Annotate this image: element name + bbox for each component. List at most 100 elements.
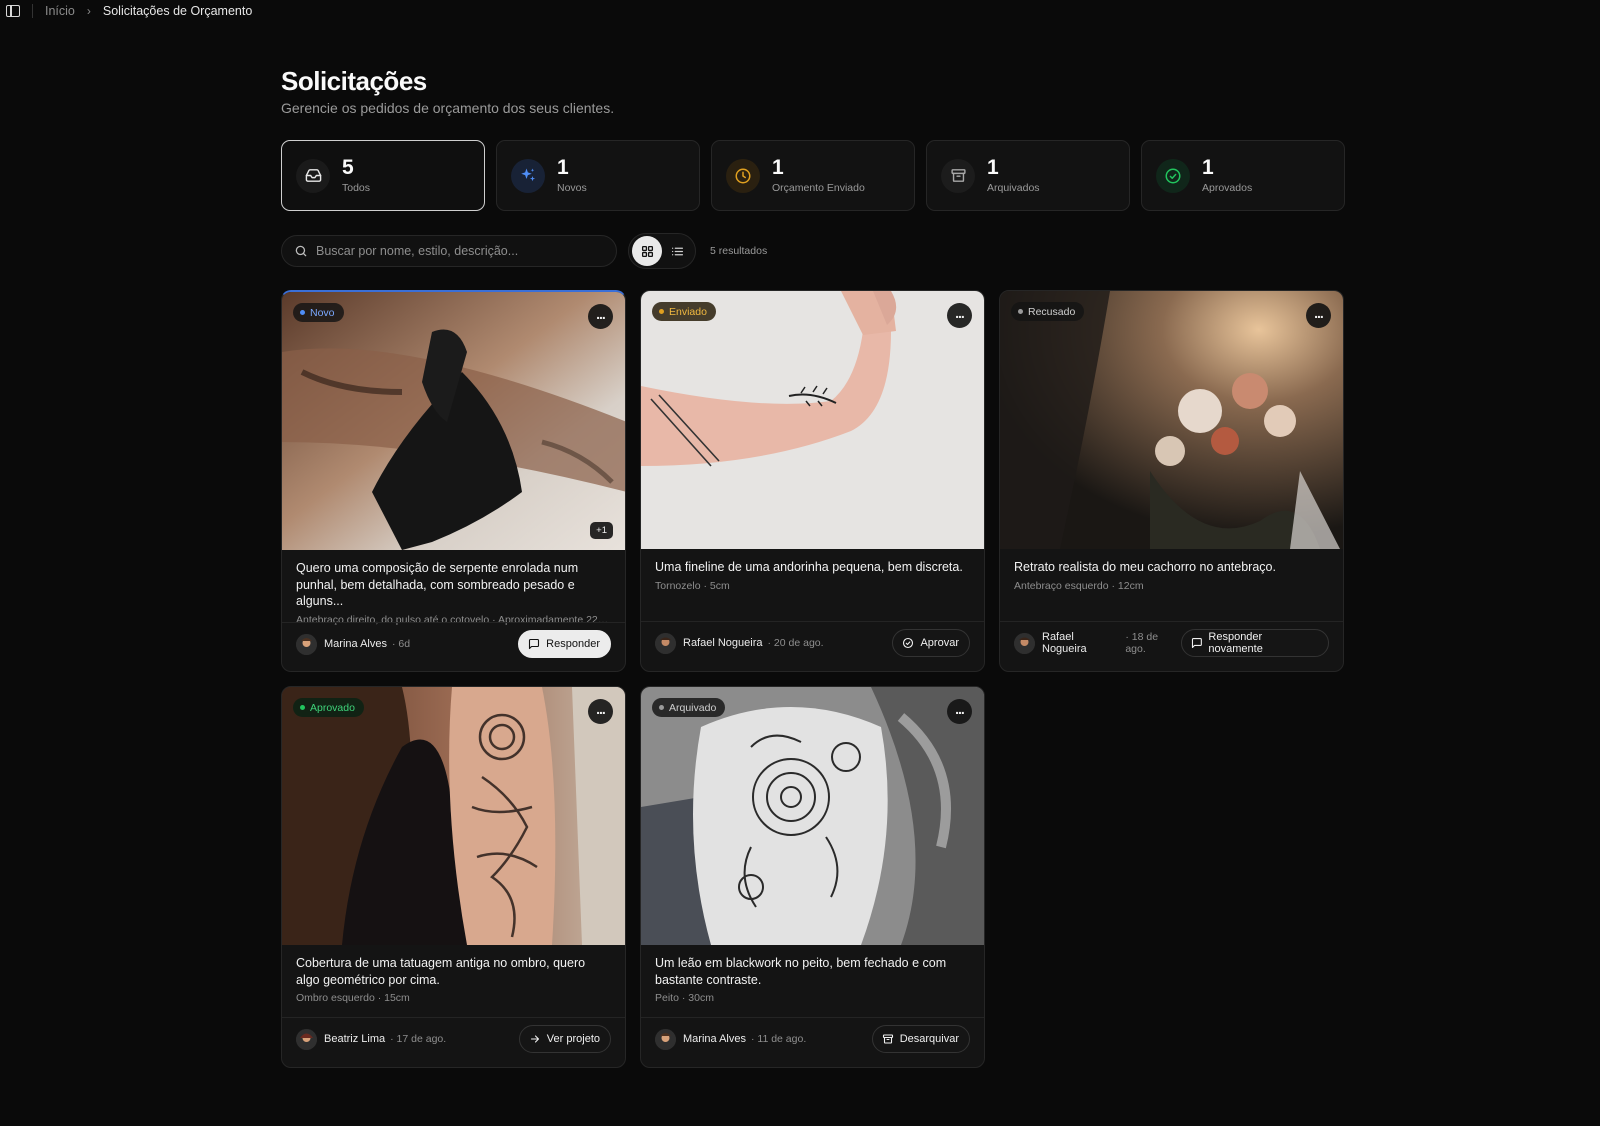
card-meta: Peito · 30cm xyxy=(655,992,714,1004)
request-card[interactable]: Recusado ... Retrato realista do meu cac… xyxy=(999,290,1344,672)
status-label: Novo xyxy=(310,306,335,319)
search-box xyxy=(281,235,617,267)
sidebar-toggle-icon[interactable] xyxy=(6,5,20,17)
request-card[interactable]: Novo ... +1 Quero uma composição de serp… xyxy=(281,290,626,672)
card-description: Cobertura de uma tatuagem antiga no ombr… xyxy=(296,956,586,987)
avatar xyxy=(296,1028,317,1050)
sparkles-icon xyxy=(511,158,545,193)
extra-images-badge: +1 xyxy=(590,522,613,539)
author-name: Marina Alves xyxy=(683,1033,746,1045)
card-image[interactable]: Recusado ... xyxy=(1000,291,1343,549)
view-project-button[interactable]: Ver projeto xyxy=(518,1025,611,1053)
timestamp: · 20 de ago. xyxy=(767,637,824,649)
filter-aprovados[interactable]: 1 Aprovados xyxy=(1141,140,1345,211)
breadcrumb-current: Solicitações de Orçamento xyxy=(102,4,253,18)
status-label: Enviado xyxy=(669,305,707,318)
card-description: Um leão em blackwork no peito, bem fecha… xyxy=(655,956,947,987)
card-footer: Beatriz Lima · 17 de ago. Ver projeto xyxy=(296,1024,611,1054)
card-image[interactable]: Enviado ... xyxy=(641,291,984,549)
request-card[interactable]: Arquivado ... Um leão em blackwork no pe… xyxy=(640,686,985,1068)
card-meta: Antebraço esquerdo · 12cm xyxy=(1014,579,1144,592)
timestamp: · 6d xyxy=(391,638,411,650)
respond-again-button[interactable]: Responder novamente xyxy=(1180,629,1329,657)
button-label: Ver projeto xyxy=(546,1033,600,1045)
arrow-right-icon xyxy=(530,1035,539,1043)
respond-button[interactable]: Responder xyxy=(518,630,611,658)
author-name: Rafael Nogueira xyxy=(683,637,763,649)
unarchive-button[interactable]: Desarquivar xyxy=(871,1025,970,1053)
more-options-button[interactable]: ... xyxy=(947,699,972,724)
button-label: Responder xyxy=(546,638,600,650)
timestamp: · 18 de ago. xyxy=(1125,631,1159,655)
avatar xyxy=(1014,632,1035,654)
card-image[interactable]: Aprovado ... xyxy=(282,687,625,945)
page-subtitle: Gerencie os pedidos de orçamento dos seu… xyxy=(281,100,615,116)
grid-view-button[interactable] xyxy=(632,236,662,266)
status-filter-cards: 5 Todos 1 Novos 1 Orçamento Enviado 1 Ar… xyxy=(281,140,1345,211)
status-badge: Recusado xyxy=(1011,302,1085,321)
filter-arquivados[interactable]: 1 Arquivados xyxy=(926,140,1130,211)
status-badge: Novo xyxy=(293,303,344,322)
avatar xyxy=(296,633,317,655)
message-icon xyxy=(1191,638,1202,648)
card-meta: Ombro esquerdo · 15cm xyxy=(296,992,410,1004)
clock-icon xyxy=(726,158,760,193)
card-body: Quero uma composição de serpente enrolad… xyxy=(296,560,611,626)
stat-label: Orçamento Enviado xyxy=(772,182,865,194)
request-card[interactable]: Aprovado ... Cobertura de uma tatuagem a… xyxy=(281,686,626,1068)
card-body: Uma fineline de uma andorinha pequena, b… xyxy=(655,559,970,592)
archive-icon xyxy=(941,158,975,193)
search-input[interactable] xyxy=(316,244,596,258)
top-bar: Início › Solicitações de Orçamento xyxy=(0,0,1600,22)
card-footer: Rafael Nogueira · 18 de ago. Responder n… xyxy=(1014,628,1329,658)
card-body: Retrato realista do meu cachorro no ante… xyxy=(1014,559,1329,592)
check-circle-icon xyxy=(903,637,914,649)
ellipsis-icon: ... xyxy=(955,304,965,321)
stat-label: Aprovados xyxy=(1202,182,1253,194)
card-body: Cobertura de uma tatuagem antiga no ombr… xyxy=(296,955,611,1004)
divider xyxy=(641,1017,984,1018)
stat-count: 1 xyxy=(1202,156,1214,179)
divider xyxy=(641,621,984,622)
card-image[interactable]: Arquivado ... xyxy=(641,687,984,945)
card-footer: Marina Alves · 11 de ago. Desarquivar xyxy=(655,1024,970,1054)
message-icon xyxy=(529,638,540,650)
filter-orcamento-enviado[interactable]: 1 Orçamento Enviado xyxy=(711,140,915,211)
card-description: Retrato realista do meu cachorro no ante… xyxy=(1014,560,1276,574)
filter-todos[interactable]: 5 Todos xyxy=(281,140,485,211)
button-label: Responder novamente xyxy=(1208,631,1263,655)
more-options-button[interactable]: ... xyxy=(947,303,972,328)
timestamp: · 11 de ago. xyxy=(750,1033,807,1045)
more-options-button[interactable]: ... xyxy=(1306,303,1331,328)
stat-count: 5 xyxy=(342,156,354,179)
check-circle-icon xyxy=(1156,158,1190,193)
timestamp: · 17 de ago. xyxy=(390,1033,447,1045)
breadcrumb-home[interactable]: Início xyxy=(45,4,75,18)
more-options-button[interactable]: ... xyxy=(588,699,613,724)
status-badge: Arquivado xyxy=(652,698,726,717)
card-meta: Antebraço direito, do pulso até o cotove… xyxy=(296,613,611,626)
status-badge: Aprovado xyxy=(293,698,364,717)
divider xyxy=(32,4,33,18)
more-options-button[interactable]: ... xyxy=(588,304,613,329)
chevron-right-icon: › xyxy=(86,4,91,18)
stat-count: 1 xyxy=(987,156,999,179)
divider xyxy=(282,1017,625,1018)
card-footer: Marina Alves · 6d Responder xyxy=(296,629,611,659)
card-image[interactable]: Novo ... +1 xyxy=(282,292,625,550)
request-card[interactable]: Enviado ... Uma fineline de uma andorinh… xyxy=(640,290,985,672)
grid-icon xyxy=(641,245,653,257)
card-meta: Tornozelo · 5cm xyxy=(655,579,730,592)
avatar xyxy=(655,632,676,654)
ellipsis-icon: ... xyxy=(1314,304,1324,321)
results-count: 5 resultados xyxy=(710,245,768,257)
filter-novos[interactable]: 1 Novos xyxy=(496,140,700,211)
divider xyxy=(1000,621,1343,622)
approve-button[interactable]: Aprovar xyxy=(892,629,970,657)
card-description: Uma fineline de uma andorinha pequena, b… xyxy=(655,560,963,574)
list-view-button[interactable] xyxy=(662,236,692,266)
stat-label: Todos xyxy=(342,182,371,194)
card-description: Quero uma composição de serpente enrolad… xyxy=(296,561,579,608)
author-name: Rafael Nogueira xyxy=(1042,631,1087,655)
stat-count: 1 xyxy=(557,156,569,179)
